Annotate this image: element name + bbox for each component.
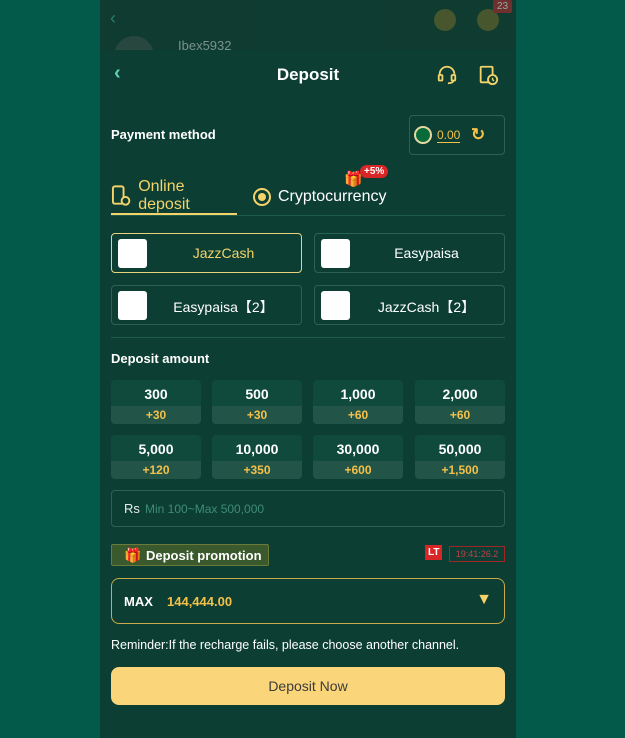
deposit-sheet: ‹ Deposit Payment method 0.00 ↻ Online d… bbox=[100, 50, 516, 738]
left-backdrop bbox=[0, 0, 100, 738]
easypaisa-logo-icon bbox=[321, 239, 350, 268]
amount-input[interactable]: Rs Min 100~Max 500,000 bbox=[111, 490, 505, 527]
refresh-icon[interactable]: ↻ bbox=[471, 125, 485, 145]
max-value: 144,444.00 bbox=[167, 594, 233, 609]
limited-time-timer: LT 19:41:26.2 bbox=[425, 545, 505, 563]
tab-cryptocurrency-label: Cryptocurrency bbox=[278, 187, 387, 205]
deposit-tabs: Online deposit Cryptocurrency bbox=[111, 178, 505, 216]
channel-jazzcash-2[interactable]: JazzCash【2】 bbox=[314, 285, 505, 325]
amount-bonus: +350 bbox=[212, 461, 302, 479]
amount-bonus: +1,500 bbox=[415, 461, 505, 479]
channel-easypaisa[interactable]: Easypaisa bbox=[314, 233, 505, 273]
deposit-amount-label: Deposit amount bbox=[111, 351, 210, 366]
amount-bonus: +60 bbox=[415, 406, 505, 424]
channel-name: Easypaisa bbox=[394, 245, 459, 261]
payment-method-label: Payment method bbox=[111, 127, 216, 142]
max-label: MAX bbox=[124, 594, 153, 609]
amount-value: 30,000 bbox=[336, 441, 380, 457]
amount-bonus: +120 bbox=[111, 461, 201, 479]
deposit-promotion-badge: 🎁 Deposit promotion bbox=[111, 544, 269, 566]
channel-name: JazzCash bbox=[192, 245, 255, 261]
amount-bonus: +60 bbox=[313, 406, 403, 424]
crypto-promo-badge: +5% bbox=[360, 165, 389, 178]
amount-value: 300 bbox=[144, 386, 168, 402]
amount-option[interactable]: 30,000 +600 bbox=[313, 435, 403, 479]
amount-option[interactable]: 300 +30 bbox=[111, 380, 201, 424]
amount-bonus: +600 bbox=[313, 461, 403, 479]
amount-bonus: +30 bbox=[111, 406, 201, 424]
amount-option[interactable]: 50,000 +1,500 bbox=[415, 435, 505, 479]
deposit-promotion-label: Deposit promotion bbox=[146, 548, 262, 563]
reminder-text: Reminder:If the recharge fails, please c… bbox=[111, 638, 460, 652]
back-icon: ‹ bbox=[110, 8, 116, 28]
channel-jazzcash[interactable]: JazzCash bbox=[111, 233, 302, 273]
promotion-select[interactable]: MAX 144,444.00 ▼ bbox=[111, 578, 505, 624]
amount-value: 50,000 bbox=[438, 441, 482, 457]
currency-label: Rs bbox=[124, 501, 140, 516]
channel-name: Easypaisa【2】 bbox=[173, 299, 274, 315]
deposit-header: ‹ Deposit bbox=[100, 50, 516, 100]
amount-option[interactable]: 1,000 +60 bbox=[313, 380, 403, 424]
amount-value: 10,000 bbox=[235, 441, 279, 457]
amount-value: 500 bbox=[245, 386, 269, 402]
divider bbox=[111, 337, 505, 338]
dimmed-top-bar: ‹ 23 Ibex5932 bbox=[100, 0, 516, 76]
amount-bonus: +30 bbox=[212, 406, 302, 424]
tab-online-deposit[interactable]: Online deposit bbox=[111, 178, 237, 215]
balance-value: 0.00 bbox=[437, 128, 461, 143]
tab-online-deposit-label: Online deposit bbox=[138, 177, 190, 213]
support-icon bbox=[434, 9, 456, 31]
countdown: 19:41:26.2 bbox=[449, 546, 505, 562]
message-badge: 23 bbox=[493, 0, 513, 13]
jazzcash-logo-icon bbox=[118, 239, 147, 268]
amount-placeholder: Min 100~Max 500,000 bbox=[145, 502, 265, 516]
pakistan-flag-icon bbox=[414, 126, 432, 144]
customer-service-icon[interactable] bbox=[436, 64, 458, 86]
amount-option[interactable]: 500 +30 bbox=[212, 380, 302, 424]
amount-option[interactable]: 2,000 +60 bbox=[415, 380, 505, 424]
coin-icon bbox=[253, 187, 271, 206]
amount-value: 2,000 bbox=[442, 386, 478, 402]
balance-box: 0.00 ↻ bbox=[409, 115, 505, 155]
easypaisa-logo-icon bbox=[118, 291, 147, 320]
amount-option[interactable]: 5,000 +120 bbox=[111, 435, 201, 479]
jazzcash-logo-icon bbox=[321, 291, 350, 320]
channel-name: JazzCash【2】 bbox=[377, 299, 476, 315]
phone-frame: ‹ 23 Ibex5932 ‹ Deposit Payment method 0… bbox=[100, 0, 516, 738]
phone-deposit-icon bbox=[111, 184, 131, 206]
amount-option[interactable]: 10,000 +350 bbox=[212, 435, 302, 479]
tab-cryptocurrency[interactable]: Cryptocurrency bbox=[251, 178, 391, 215]
right-backdrop bbox=[516, 0, 625, 738]
lt-tag: LT bbox=[425, 545, 443, 560]
channel-easypaisa-2[interactable]: Easypaisa【2】 bbox=[111, 285, 302, 325]
amount-value: 5,000 bbox=[138, 441, 174, 457]
deposit-now-button[interactable]: Deposit Now bbox=[111, 667, 505, 705]
history-icon[interactable] bbox=[477, 64, 499, 86]
gift-icon: 🎁 bbox=[124, 547, 142, 563]
chevron-down-icon: ▼ bbox=[476, 591, 492, 608]
amount-value: 1,000 bbox=[340, 386, 376, 402]
